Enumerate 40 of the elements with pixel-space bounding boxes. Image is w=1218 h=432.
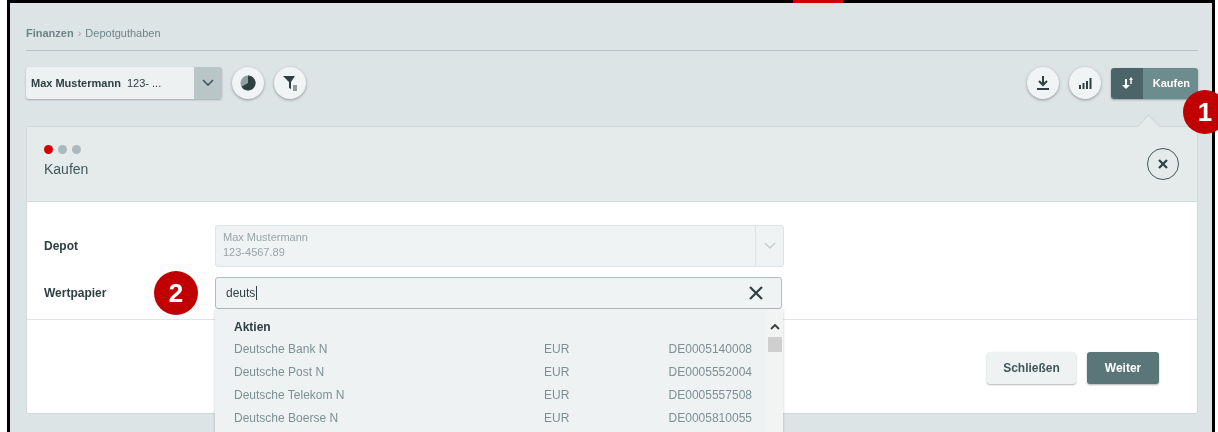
security-name[interactable]: Deutsche Telekom N: [234, 387, 544, 402]
clear-icon[interactable]: [749, 286, 763, 300]
download-icon: [1035, 75, 1050, 91]
security-name[interactable]: Deutsche Boerse N: [234, 410, 544, 425]
scroll-thumb[interactable]: [768, 337, 782, 352]
close-icon: [1158, 159, 1168, 169]
download-button[interactable]: [1026, 67, 1059, 99]
currency: EUR: [544, 387, 571, 402]
search-field[interactable]: deuts: [215, 277, 782, 309]
close-text-button[interactable]: Schließen: [987, 352, 1076, 384]
panel-title: Kaufen: [44, 161, 89, 177]
chevron-down-icon: [202, 79, 214, 87]
currency: EUR: [544, 410, 571, 425]
breadcrumb-separator: ›: [77, 27, 82, 39]
security-name[interactable]: Deutsche Post N: [234, 364, 544, 379]
currency: EUR: [544, 364, 571, 379]
field-label: Depot: [44, 239, 78, 253]
isin: DE0005552004: [667, 364, 752, 379]
pie-chart-icon: [240, 75, 256, 91]
account-select[interactable]: Max Mustermann 123- ...: [26, 67, 222, 99]
currency: EUR: [544, 341, 571, 356]
filter-button[interactable]: [274, 67, 306, 99]
isin: DE0005140008: [667, 341, 752, 356]
callout-badge: 2: [154, 271, 198, 315]
filter-icon: [282, 75, 298, 91]
isin: DE0005810055: [667, 410, 752, 425]
field-label: Wertpapier: [44, 286, 107, 300]
group-heading: Aktien: [234, 319, 272, 336]
bar-chart-button[interactable]: [1068, 67, 1101, 99]
pie-chart-button[interactable]: [232, 67, 264, 99]
buy-button[interactable]: Kaufen: [1110, 67, 1198, 99]
security-name[interactable]: Deutsche Bank N: [234, 341, 544, 356]
isin: DE0005557508: [667, 387, 752, 402]
breadcrumb-item: Depotguthaben: [85, 27, 161, 39]
chevron-down-icon: [763, 242, 776, 250]
next-button[interactable]: Weiter: [1087, 352, 1159, 384]
bar-chart-icon: [1077, 76, 1092, 90]
scrollbar[interactable]: [767, 309, 783, 432]
chevron-up-icon: [770, 323, 780, 330]
breadcrumb-item[interactable]: Finanzen: [26, 27, 74, 39]
